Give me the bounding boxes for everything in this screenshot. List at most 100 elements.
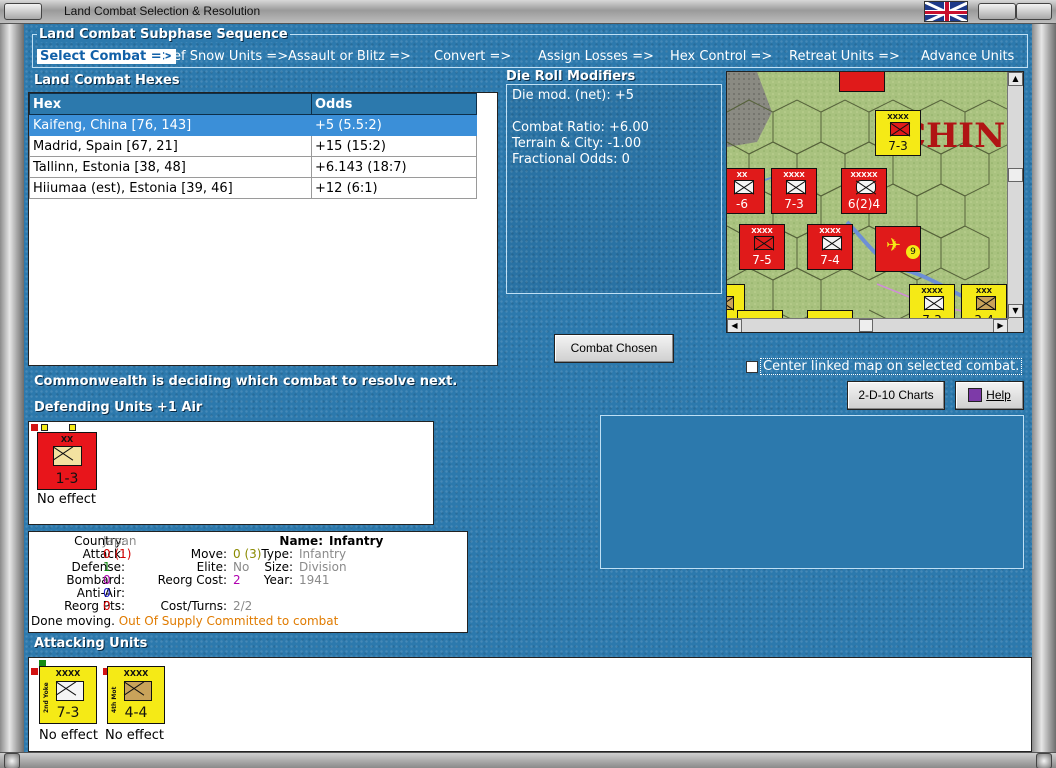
map-counter[interactable]: XXXX7-3 xyxy=(875,110,921,156)
type-label: Type: xyxy=(261,547,293,561)
bombard-label: Bombard: xyxy=(66,573,125,587)
window-title: Land Combat Selection & Resolution xyxy=(64,4,261,18)
attacking-units-panel: XXXX 7-3 2nd Yoke No effect XXXX 4-4 4th… xyxy=(28,657,1032,752)
step-def-snow-units[interactable]: Def Snow Units => xyxy=(163,49,288,64)
step-advance-units[interactable]: Advance Units xyxy=(921,49,1014,64)
window-titlebar: Land Combat Selection & Resolution xyxy=(0,0,1056,24)
name-value: Infantry xyxy=(329,534,384,548)
hex-cell: Kaifeng, China [76, 143] xyxy=(29,114,312,136)
country-value: Japan xyxy=(103,534,137,548)
map-counter[interactable]: XX -6 xyxy=(727,168,765,214)
reorg-pts-label: Reorg Pts: xyxy=(64,599,125,613)
defending-units-panel: XX 1-3 No effect xyxy=(28,421,434,525)
hexes-table: Hex Odds Kaifeng, China [76, 143] +5 (5.… xyxy=(29,93,477,199)
die-mod-net: Die mod. (net): +5 xyxy=(512,88,635,103)
hexes-title: Land Combat Hexes xyxy=(34,73,180,88)
table-row[interactable]: Madrid, Spain [67, 21] +15 (15:2) xyxy=(29,135,477,157)
attack-value: 0 (1) xyxy=(103,547,132,561)
scroll-up-icon[interactable]: ▲ xyxy=(1008,72,1023,86)
year-value: 1941 xyxy=(299,573,330,587)
window-frame-left xyxy=(0,24,24,752)
move-label: Move: xyxy=(190,547,227,561)
step-hex-control[interactable]: Hex Control => xyxy=(670,49,772,64)
unit-status-line: Done moving. Out Of Supply Committed to … xyxy=(31,614,339,628)
restore-button[interactable] xyxy=(978,3,1016,20)
column-header-hex[interactable]: Hex xyxy=(29,93,312,115)
center-map-label[interactable]: Center linked map on selected combat. xyxy=(760,358,1023,375)
antiair-value: 0 xyxy=(103,586,111,600)
map-counter[interactable]: XXXX 7-4 xyxy=(807,224,853,270)
defending-unit-result: No effect xyxy=(37,492,97,507)
resize-grip-right[interactable] xyxy=(1036,753,1052,768)
main-content: Land Combat Subphase Sequence Select Com… xyxy=(24,24,1032,752)
window-frame-right xyxy=(1032,24,1056,752)
reorg-cost-value: 2 xyxy=(233,573,241,587)
charts-button[interactable]: 2-D-10 Charts xyxy=(847,381,945,410)
combat-result-panel xyxy=(600,415,1024,569)
bombard-value: 0 xyxy=(103,573,111,587)
table-row[interactable]: Hiiumaa (est), Estonia [39, 46] +12 (6:1… xyxy=(29,177,477,199)
reorg-cost-label: Reorg Cost: xyxy=(157,573,227,587)
odds-cell: +6.143 (18:7) xyxy=(311,156,477,178)
scroll-left-icon[interactable]: ◀ xyxy=(727,319,742,332)
attacking-title: Attacking Units xyxy=(34,636,148,651)
attacking-unit-counter[interactable]: XXXX 7-3 2nd Yoke xyxy=(39,666,97,724)
defending-unit-counter[interactable]: XX 1-3 xyxy=(37,432,97,490)
map-vertical-scrollbar[interactable]: ▲ ▼ xyxy=(1007,72,1023,332)
map-counter-aircraft[interactable]: ✈ 9 xyxy=(875,226,921,272)
cost-turns-value: 2/2 xyxy=(233,599,253,613)
subphase-title: Land Combat Subphase Sequence xyxy=(37,27,290,42)
status-dot-icon xyxy=(69,424,76,431)
status-dot-icon xyxy=(31,424,38,431)
column-header-odds[interactable]: Odds xyxy=(311,93,477,115)
help-book-icon xyxy=(968,388,983,402)
odds-cell: +5 (5.5:2) xyxy=(311,114,477,136)
type-value: Infantry xyxy=(299,547,347,561)
step-convert[interactable]: Convert => xyxy=(434,49,511,64)
cost-turns-label: Cost/Turns: xyxy=(160,599,227,613)
status-dot-icon xyxy=(31,668,38,675)
step-assign-losses[interactable]: Assign Losses => xyxy=(538,49,654,64)
step-retreat-units[interactable]: Retreat Units => xyxy=(789,49,900,64)
close-button[interactable] xyxy=(1016,3,1052,20)
reorg-pts-value: 0 xyxy=(103,599,111,613)
map-counter[interactable]: XXXXX 6(2)4 xyxy=(841,168,887,214)
scroll-right-icon[interactable]: ▶ xyxy=(993,319,1008,332)
die-roll-panel: Die mod. (net): +5 Combat Ratio: +6.00 T… xyxy=(506,84,722,294)
step-assault-or-blitz[interactable]: Assault or Blitz => xyxy=(288,49,411,64)
table-row[interactable]: Kaifeng, China [76, 143] +5 (5.5:2) xyxy=(29,114,477,136)
aircraft-icon: ✈ xyxy=(886,235,902,256)
antiair-label: Anti-Air: xyxy=(76,586,125,600)
map-counter[interactable]: XXXX7-3 xyxy=(771,168,817,214)
attacking-unit-result: No effect xyxy=(39,728,99,743)
map-horizontal-scrollbar[interactable]: ◀ ▶ xyxy=(727,318,1009,332)
hex-cell: Hiiumaa (est), Estonia [39, 46] xyxy=(29,177,312,199)
hex-cell: Madrid, Spain [67, 21] xyxy=(29,135,312,157)
fractional-odds: Fractional Odds: 0 xyxy=(512,152,630,167)
size-label: Size: xyxy=(264,560,293,574)
help-button-label: Help xyxy=(986,388,1011,402)
year-label: Year: xyxy=(263,573,293,587)
combat-chosen-button[interactable]: Combat Chosen xyxy=(554,334,674,363)
size-value: Division xyxy=(299,560,347,574)
odds-cell: +15 (15:2) xyxy=(311,135,477,157)
defending-title: Defending Units +1 Air xyxy=(34,400,203,415)
status-message: Commonwealth is deciding which combat to… xyxy=(34,374,458,389)
step-select-combat[interactable]: Select Combat => xyxy=(37,49,176,64)
map-hscroll-thumb[interactable] xyxy=(859,319,873,332)
map-counter[interactable] xyxy=(839,72,885,92)
move-value: 0 (3) xyxy=(233,547,262,561)
map-counter[interactable]: XXXX 7-5 xyxy=(739,224,785,270)
center-map-checkbox[interactable] xyxy=(746,361,758,373)
mini-map[interactable]: CHIN XX -6 XXXX 7-3 XXXXX 6(2)4 XXXX 7-5 XXX… xyxy=(726,71,1024,333)
subphase-sequence: Land Combat Subphase Sequence Select Com… xyxy=(32,27,1028,68)
minimize-button[interactable] xyxy=(4,3,42,20)
attacking-unit-counter[interactable]: XXXX 4-4 4th Mot xyxy=(107,666,165,724)
scroll-down-icon[interactable]: ▼ xyxy=(1008,304,1023,318)
table-row[interactable]: Tallinn, Estonia [38, 48] +6.143 (18:7) xyxy=(29,156,477,178)
resize-grip-left[interactable] xyxy=(4,753,20,768)
hex-cell: Tallinn, Estonia [38, 48] xyxy=(29,156,312,178)
terrain-city: Terrain & City: -1.00 xyxy=(512,136,642,151)
help-button[interactable]: Help xyxy=(955,381,1024,410)
map-vscroll-thumb[interactable] xyxy=(1008,168,1023,182)
